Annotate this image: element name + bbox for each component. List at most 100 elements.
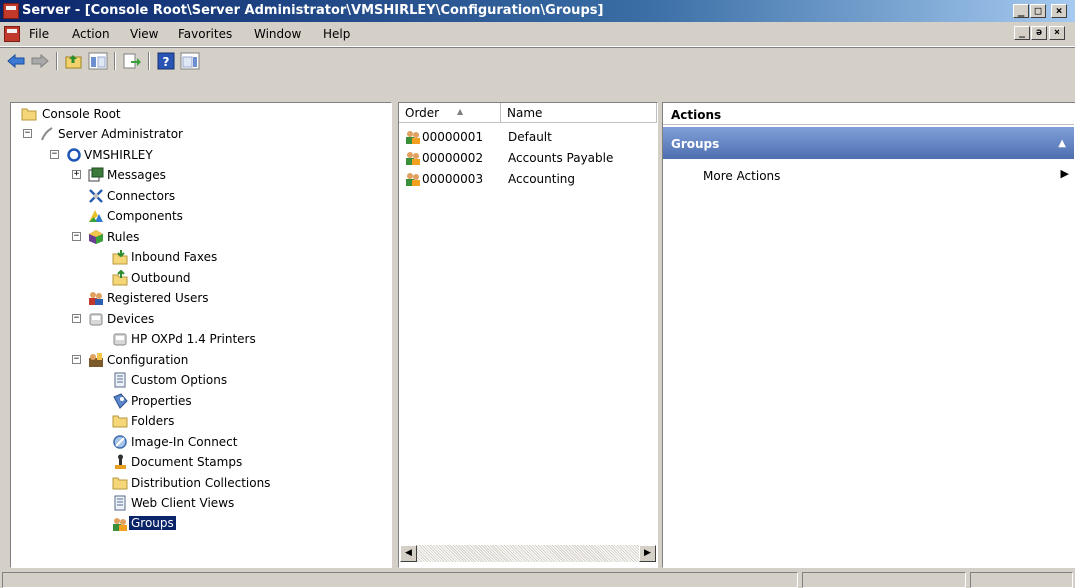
menu-help[interactable]: Help [323,27,350,41]
scroll-right-button[interactable]: ▶ [639,545,656,562]
collapse-toggle[interactable]: − [72,314,81,323]
tree-item-connectors[interactable]: Connectors [11,186,381,206]
tree-item-rules[interactable]: − Rules [11,227,381,247]
tree-item-console-root[interactable]: Console Root [11,104,381,124]
toolbar-separator [56,52,58,70]
cell-order: 00000002 [422,151,484,165]
tree-label: Folders [131,414,175,428]
tree-label: Rules [107,230,140,244]
menu-favorites[interactable]: Favorites [178,27,232,41]
tree-item-groups[interactable]: Groups [11,514,381,534]
collapse-toggle[interactable]: − [23,129,32,138]
cell-name: Accounts Payable [508,151,614,165]
results-list-pane[interactable]: Order ▲ Name 00000001 Default 00000002 A… [398,102,658,568]
help-icon[interactable]: ? [156,52,176,70]
status-panel-3 [970,572,1073,588]
mdi-close-button[interactable]: × [1049,26,1065,40]
list-row[interactable]: 00000003 Accounting [399,169,657,190]
actions-pane: Actions Groups ▲ More Actions ▶ [662,102,1075,568]
column-header-order[interactable]: Order ▲ [399,103,501,123]
tree-item-server-administrator[interactable]: − Server Administrator [11,124,381,144]
toolbar: ? [0,47,1075,75]
collapse-toggle[interactable]: − [50,150,59,159]
collapse-toggle[interactable]: − [72,232,81,241]
column-header-label: Name [507,106,543,120]
app-icon [3,3,19,19]
tree-item-configuration[interactable]: − Configuration [11,350,381,370]
more-actions-item[interactable]: More Actions [703,169,780,183]
status-panel-2 [802,572,966,588]
column-header-name[interactable]: Name [501,103,657,123]
group-icon [406,152,420,165]
tree-label: Properties [131,394,192,408]
console-tree-pane[interactable]: Console Root − Server Administrator − VM… [10,102,392,568]
list-row[interactable]: 00000001 Default [399,127,657,148]
tree-label: HP OXPd 1.4 Printers [131,332,256,346]
tree-label: Registered Users [107,291,209,305]
system-menu-icon[interactable] [4,26,20,42]
maximize-button[interactable]: □ [1030,4,1046,18]
actions-header: Actions [663,103,1074,125]
submenu-arrow-icon[interactable]: ▶ [1061,167,1069,180]
tree-label: Distribution Collections [131,476,271,490]
tree-label: Devices [107,312,155,326]
actions-section-groups[interactable]: Groups ▲ [663,127,1074,159]
folder-icon [112,477,128,490]
tree-label: Inbound Faxes [131,250,218,264]
tree-item-hp-printers[interactable]: HP OXPd 1.4 Printers [11,329,381,349]
tree-item-web-client-views[interactable]: Web Client Views [11,493,381,513]
tree-item-document-stamps[interactable]: Document Stamps [11,452,381,472]
folder-icon [112,415,128,428]
show-hide-action-pane-icon[interactable] [180,52,200,70]
components-icon [89,210,103,222]
up-folder-icon[interactable] [64,52,84,70]
tree-item-custom-options[interactable]: Custom Options [11,370,381,390]
tree-item-inbound-faxes[interactable]: Inbound Faxes [11,247,381,267]
menu-window[interactable]: Window [254,27,301,41]
tree-label: Web Client Views [131,496,235,510]
tree-label-selected: Groups [129,516,176,530]
menu-file[interactable]: File [29,27,49,41]
collapse-toggle[interactable]: − [72,355,81,364]
tree-label: Console Root [42,107,121,121]
back-arrow-icon[interactable] [6,52,26,70]
expand-toggle[interactable]: + [72,170,81,179]
tree-item-image-in-connect[interactable]: Image-In Connect [11,432,381,452]
forward-arrow-icon[interactable] [30,52,50,70]
folder-icon [21,108,37,121]
close-button[interactable]: × [1051,4,1067,18]
tree-item-registered-users[interactable]: Registered Users [11,288,381,308]
printer-icon [113,333,127,346]
scroll-track[interactable] [417,545,639,562]
title-bar: Server - [Console Root\Server Administra… [0,0,1075,22]
inbound-folder-icon [112,250,128,265]
scroll-left-button[interactable]: ◀ [400,545,417,562]
horizontal-scrollbar[interactable]: ◀ ▶ [400,545,656,562]
minimize-button[interactable]: _ [1013,4,1029,18]
tree-item-properties[interactable]: Properties [11,391,381,411]
tree-item-devices[interactable]: − Devices [11,309,381,329]
tree-item-distribution-collections[interactable]: Distribution Collections [11,473,381,493]
cell-order: 00000001 [422,130,484,144]
collapse-section-icon[interactable]: ▲ [1058,138,1066,149]
snapin-icon [41,127,53,141]
tree-item-folders[interactable]: Folders [11,411,381,431]
list-row[interactable]: 00000002 Accounts Payable [399,148,657,169]
show-hide-console-tree-icon[interactable] [88,52,108,70]
tree-item-vmshirley[interactable]: − VMSHIRLEY [11,145,381,165]
tree-item-components[interactable]: Components [11,206,381,226]
stamp-icon [115,454,126,469]
menu-action[interactable]: Action [72,27,110,41]
outbound-folder-icon [112,270,128,286]
mdi-restore-button[interactable]: ǝ [1031,26,1047,40]
export-list-icon[interactable] [122,52,142,70]
mdi-minimize-button[interactable]: _ [1014,26,1030,40]
group-icon [406,173,420,186]
group-icon [406,131,420,144]
cell-name: Accounting [508,172,576,186]
users-icon [89,292,103,305]
tree-item-messages[interactable]: + Messages [11,165,381,185]
tree-item-outbound[interactable]: Outbound [11,268,381,288]
connect-icon [113,435,127,449]
menu-view[interactable]: View [130,27,158,41]
